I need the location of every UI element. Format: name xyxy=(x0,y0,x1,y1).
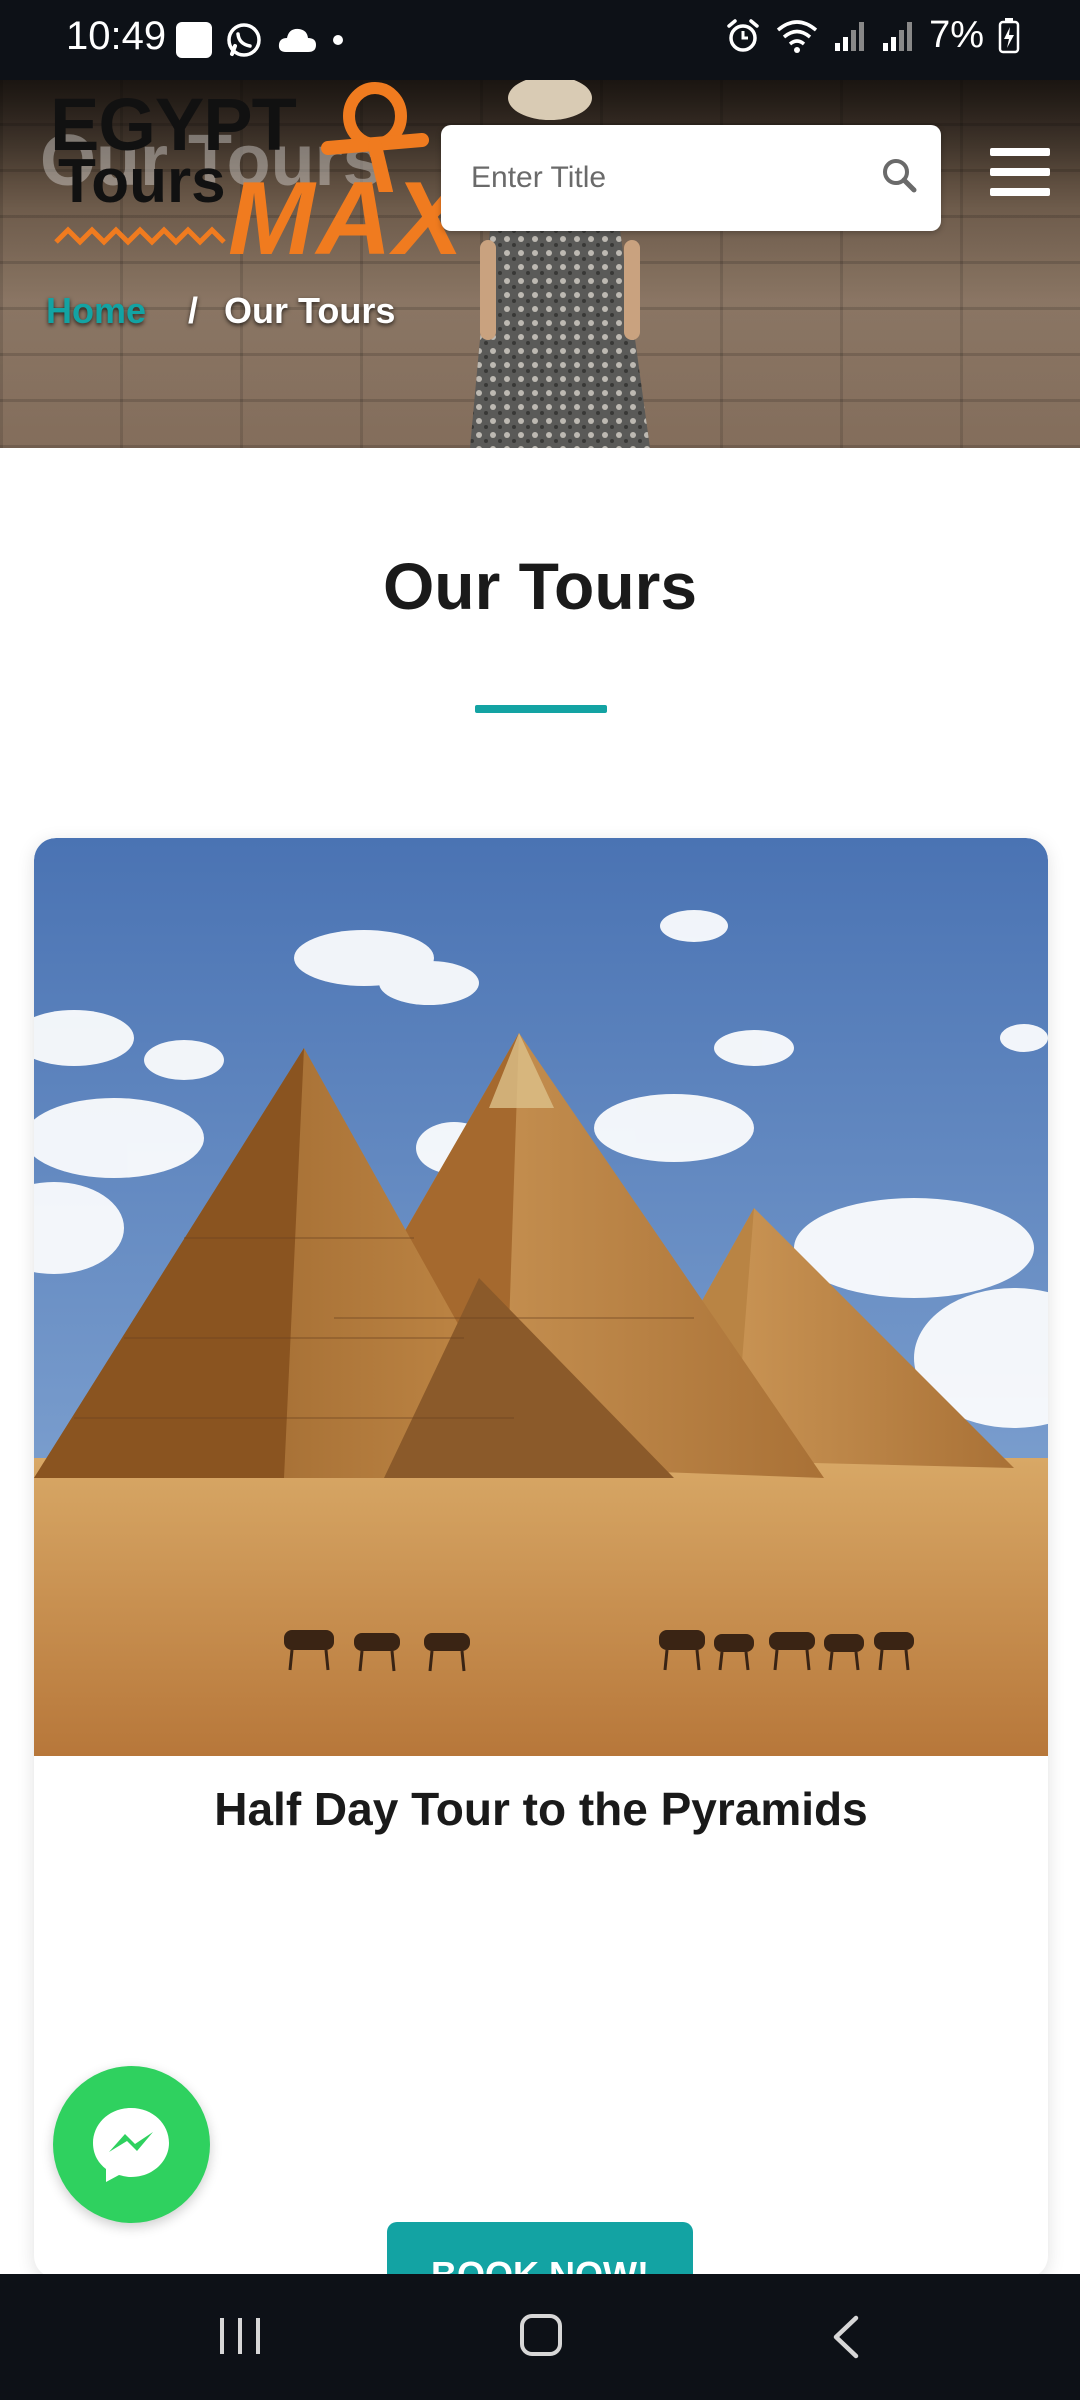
wifi-icon xyxy=(776,19,818,53)
cloud-icon xyxy=(278,28,316,52)
logo-wave-icon xyxy=(54,226,226,246)
alarm-icon xyxy=(727,18,759,52)
dot-icon xyxy=(333,35,343,45)
hamburger-menu-icon[interactable] xyxy=(990,148,1056,204)
title-underline xyxy=(475,705,607,713)
logo-text-max: MAX xyxy=(228,161,466,277)
search-icon[interactable] xyxy=(879,155,919,195)
logo-text-tours: Tours xyxy=(58,147,226,216)
whatsapp-icon xyxy=(227,23,261,57)
status-right-icons: 7% xyxy=(725,14,1020,57)
tour-card[interactable]: Half Day Tour to the Pyramids BOOK NOW! xyxy=(34,838,1048,2278)
book-now-button[interactable]: BOOK NOW! xyxy=(387,2222,693,2278)
section-title: Our Tours xyxy=(382,549,698,623)
tour-image-pyramids[interactable] xyxy=(34,838,1048,1756)
search-input[interactable] xyxy=(471,155,851,201)
status-time: 10:49 xyxy=(66,14,167,58)
hero-banner: Our Tours EGYPT Tours MAX Enter Title Ho… xyxy=(0,80,1080,448)
system-navigation-bar xyxy=(0,2274,1080,2400)
messenger-chat-button[interactable] xyxy=(53,2066,210,2223)
search-box xyxy=(441,125,941,231)
site-logo[interactable]: EGYPT Tours MAX xyxy=(50,82,463,277)
battery-percentage: 7% xyxy=(929,14,984,56)
breadcrumb-current: Our Tours xyxy=(224,290,396,331)
status-bar: 10:49 7% xyxy=(0,0,1080,80)
breadcrumb-home-link[interactable]: Home xyxy=(46,290,146,332)
back-icon[interactable] xyxy=(826,2314,866,2360)
home-icon[interactable] xyxy=(520,2314,562,2356)
signal-icon xyxy=(835,21,865,51)
square-app-icon xyxy=(176,22,212,58)
breadcrumb: Home / Our Tours xyxy=(46,290,395,332)
breadcrumb-separator: / xyxy=(188,290,199,331)
status-left-icons xyxy=(176,20,346,60)
tour-title[interactable]: Half Day Tour to the Pyramids xyxy=(34,1782,1048,1836)
recent-apps-icon[interactable] xyxy=(218,2316,262,2356)
messenger-icon xyxy=(93,2108,169,2182)
signal-icon xyxy=(883,21,913,51)
battery-charging-icon xyxy=(998,17,1020,53)
